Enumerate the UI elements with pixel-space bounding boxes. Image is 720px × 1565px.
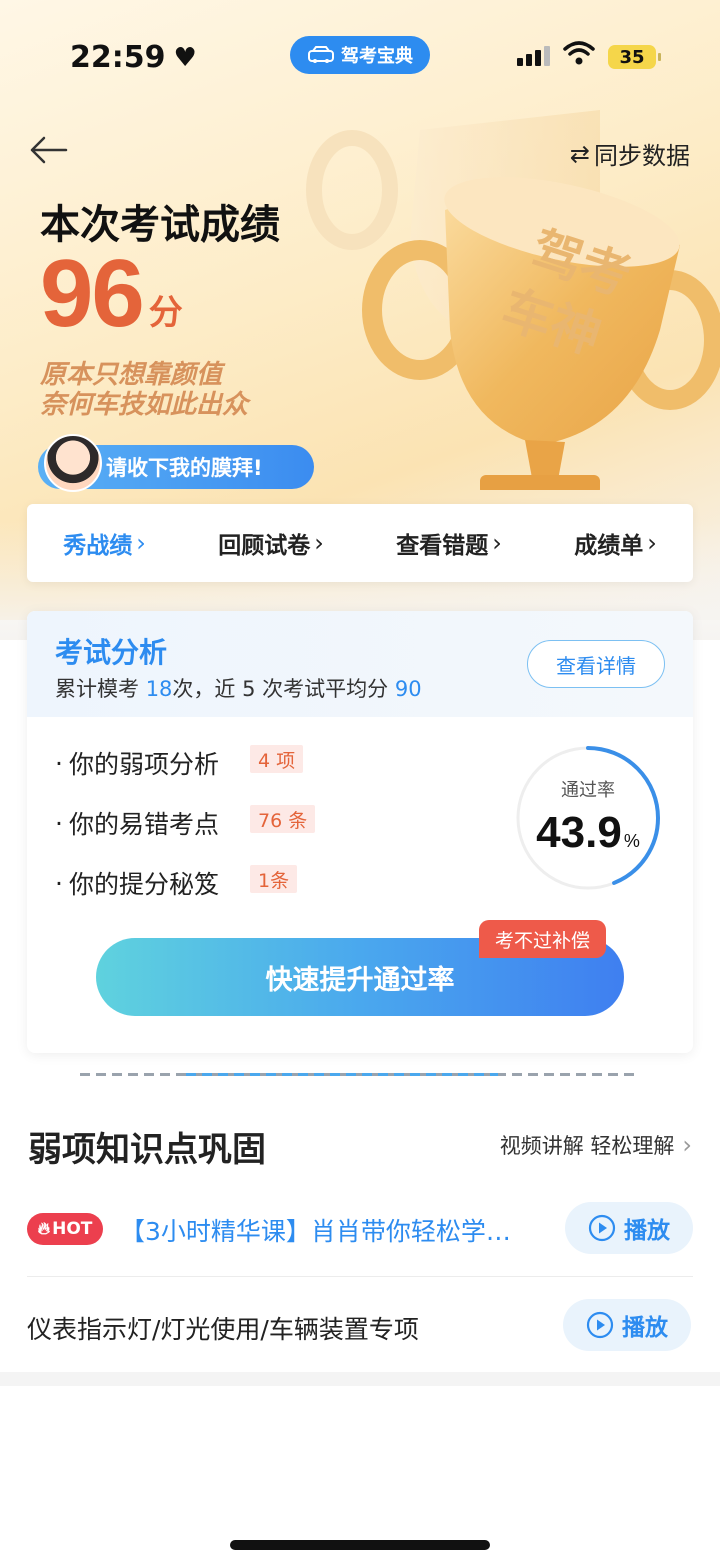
bullet: · [55,748,63,778]
nav-show-off[interactable]: 秀战绩 › [63,526,146,560]
nav-label: 回顾试卷 [218,533,311,559]
pass-rate-value: 43.9% [514,808,662,858]
slogan-line-1: 原本只想靠颜值 [40,360,223,390]
signal-icon [517,46,550,66]
play-icon [586,1311,614,1339]
heart-icon: ♥ [173,42,197,73]
play-icon [588,1214,616,1242]
status-time: 22:59 ♥ [70,40,197,75]
chevron-right-icon: › [136,529,146,557]
course-title[interactable]: 【3小时精华课】肖肖带你轻松学… [120,1212,511,1248]
analysis-summary: 累计模考 18次，近 5 次考试平均分 90 [55,673,422,703]
wifi-icon [563,41,595,65]
score-unit: 分 [148,293,183,333]
play-label: 播放 [624,1218,670,1244]
trophy-illustration: 驾考 车神 [306,110,720,490]
link-label: 视频讲解 轻松理解 [499,1134,675,1158]
weakness-row[interactable]: · 你的弱项分析 [55,745,219,781]
home-indicator[interactable] [230,1540,490,1550]
dashed-divider-accent [186,1073,498,1076]
chevron-right-icon: › [647,529,657,557]
nav-label: 秀战绩 [63,533,133,559]
weakness-tag: 4 项 [250,745,304,773]
section-separator [0,1372,720,1386]
average-score: 90 [394,677,422,701]
score-value: 96 [40,240,145,347]
bullet: · [55,868,63,898]
exam-count: 18 [145,677,173,701]
status-time-text: 22:59 [70,40,166,75]
flame-icon: 🔥︎ [37,1219,51,1239]
chevron-right-icon: › [314,529,324,557]
nav-review-paper[interactable]: 回顾试卷 › [218,526,324,560]
avatar [44,434,102,492]
car-icon [308,46,334,63]
list-divider [27,1276,693,1277]
view-details-button[interactable]: 查看详情 [527,640,665,688]
summary-text: 次，近 [172,677,236,701]
error-points-row[interactable]: · 你的易错考点 [55,805,219,841]
app-pill[interactable]: 驾考宝典 [290,36,430,74]
row-label: 你的弱项分析 [68,750,219,779]
score-display: 96 分 [40,246,183,342]
hot-badge: 🔥︎ HOT [27,1213,103,1245]
course-title[interactable]: 仪表指示灯/灯光使用/车辆装置专项 [27,1310,419,1346]
battery-level: 35 [619,46,645,68]
pass-rate-number: 43.9 [536,808,622,857]
result-nav-bar: 秀战绩 › 回顾试卷 › 查看错题 › 成绩单 › [27,504,693,582]
bullet: · [55,808,63,838]
tips-tag: 1条 [250,865,298,893]
sync-icon: ⇄ [569,139,590,168]
chevron-right-icon: › [682,1131,692,1159]
analysis-title: 考试分析 [55,636,168,669]
nav-wrong-questions[interactable]: 查看错题 › [396,526,502,560]
tips-row[interactable]: · 你的提分秘笈 [55,865,219,901]
sync-data-button[interactable]: ⇄ 同步数据 [570,136,690,171]
section-title: 弱项知识点巩固 [28,1130,266,1170]
row-label: 你的易错考点 [68,810,219,839]
summary-text: 累计模考 [55,677,139,701]
video-explain-link[interactable]: 视频讲解 轻松理解 › [500,1130,692,1160]
play-label: 播放 [622,1315,668,1341]
gauge-label: 通过率 [561,780,615,801]
play-button[interactable]: 播放 [563,1299,691,1351]
error-points-tag: 76 条 [250,805,316,833]
bow-text: 请收下我的膜拜! [106,456,263,480]
pass-rate-unit: % [623,831,640,851]
slogan-line-2: 奈何车技如此出众 [40,390,249,420]
nav-report-card[interactable]: 成绩单 › [574,526,657,560]
battery-indicator: 35 [608,45,661,69]
guarantee-badge: 考不过补偿 [479,920,607,958]
app-pill-label: 驾考宝典 [341,46,413,67]
chevron-right-icon: › [492,529,502,557]
nav-label: 查看错题 [396,533,489,559]
summary-text: 次考试平均分 [262,677,389,701]
exam-analysis-card: 考试分析 累计模考 18次，近 5 次考试平均分 90 查看详情 · 你的弱项分… [27,611,693,1053]
play-button[interactable]: 播放 [565,1202,693,1254]
sync-label: 同步数据 [594,142,690,170]
slogan: 原本只想靠颜值 奈何车技如此出众 [40,360,248,420]
nav-label: 成绩单 [574,533,644,559]
hot-label: HOT [52,1219,93,1239]
back-arrow-icon[interactable] [28,132,68,168]
row-label: 你的提分秘笈 [68,870,219,899]
recent-count: 5 [242,677,256,701]
